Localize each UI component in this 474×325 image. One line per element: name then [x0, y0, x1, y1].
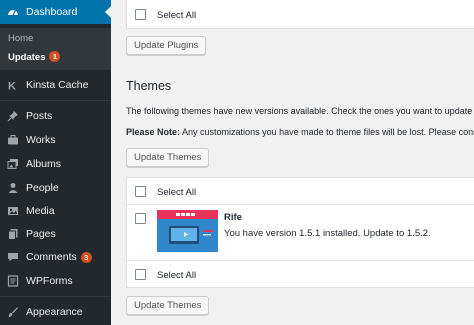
menu-people[interactable]: People	[0, 176, 111, 200]
menu-people-label: People	[26, 182, 59, 194]
submenu-updates-label: Updates	[8, 52, 46, 63]
menu-pages-label: Pages	[26, 228, 56, 240]
theme-name: Rife	[224, 212, 242, 223]
menu-comments[interactable]: Comments 3	[0, 245, 111, 269]
menu-dashboard[interactable]: Dashboard	[0, 0, 111, 24]
main-content: Select All Update Plugins Themes The fol…	[111, 0, 474, 325]
briefcase-icon	[7, 134, 19, 146]
menu-appearance-label: Appearance	[26, 306, 83, 318]
pushpin-icon	[7, 110, 19, 122]
menu-media-label: Media	[26, 205, 55, 217]
theme-checkbox[interactable]	[135, 213, 146, 224]
menu-media[interactable]: Media	[0, 199, 111, 223]
svg-text:K: K	[8, 81, 16, 92]
menu-pages[interactable]: Pages	[0, 222, 111, 246]
dashboard-submenu: Home Updates 1	[0, 28, 111, 70]
updates-count-badge: 1	[49, 51, 61, 62]
menu-albums-label: Albums	[26, 158, 62, 170]
themes-note-text: Any customizations you have made to them…	[180, 127, 474, 137]
menu-wpforms[interactable]: WPForms	[0, 269, 111, 293]
theme-row: Rife You have version 1.5.1 installed. U…	[127, 205, 474, 260]
update-themes-button-bottom[interactable]: Update Themes	[126, 296, 210, 315]
menu-wpforms-label: WPForms	[26, 275, 73, 287]
menu-posts[interactable]: Posts	[0, 104, 111, 128]
plugins-select-all-label: Select All	[157, 10, 197, 21]
update-themes-button-top[interactable]: Update Themes	[126, 148, 210, 167]
theme-screenshot	[157, 210, 218, 252]
comment-icon	[7, 251, 19, 263]
menu-kinsta-cache[interactable]: K Kinsta Cache	[0, 73, 111, 97]
themes-note-label: Please Note:	[126, 127, 181, 137]
plugins-select-all-row: Select All	[127, 0, 474, 28]
themes-intro-text: The following themes have new versions a…	[126, 106, 473, 116]
submenu-home[interactable]: Home	[8, 33, 33, 44]
themes-select-all-checkbox-top[interactable]	[135, 186, 146, 197]
menu-comments-label: Comments	[26, 251, 77, 263]
themes-select-all-label-top: Select All	[157, 187, 197, 198]
media-icon	[7, 205, 19, 217]
images-icon	[7, 158, 19, 170]
person-icon	[7, 182, 19, 194]
themes-note: Please Note: Any customizations you have…	[126, 127, 474, 137]
menu-works[interactable]: Works	[0, 128, 111, 152]
paintbrush-icon	[7, 306, 19, 318]
themes-table: Select All Rife You have version 1.5.1 i…	[126, 177, 474, 288]
menu-kinsta-label: Kinsta Cache	[26, 79, 89, 91]
plugins-select-all-checkbox[interactable]	[135, 9, 146, 20]
pages-icon	[7, 228, 19, 240]
comments-count-badge: 3	[80, 251, 92, 263]
themes-select-all-row-bottom: Select All	[127, 261, 474, 287]
themes-select-all-checkbox-bottom[interactable]	[135, 269, 146, 280]
theme-version-info: You have version 1.5.1 installed. Update…	[224, 228, 431, 239]
menu-works-label: Works	[26, 134, 56, 146]
kinsta-icon: K	[7, 79, 19, 92]
update-plugins-button[interactable]: Update Plugins	[126, 36, 207, 55]
themes-select-all-label-bottom: Select All	[157, 270, 197, 281]
menu-dashboard-label: Dashboard	[26, 6, 78, 18]
menu-separator	[0, 100, 111, 101]
plugins-table: Select All	[126, 0, 474, 29]
menu-separator-2	[0, 296, 111, 297]
submenu-updates[interactable]: Updates 1	[8, 51, 61, 63]
menu-albums[interactable]: Albums	[0, 152, 111, 176]
menu-posts-label: Posts	[26, 110, 53, 122]
themes-select-all-row-top: Select All	[127, 178, 474, 204]
dashboard-icon	[7, 6, 19, 18]
menu-appearance[interactable]: Appearance	[0, 300, 111, 324]
themes-heading: Themes	[126, 79, 172, 93]
admin-sidebar: Dashboard Home Updates 1 K Kinsta Cache P…	[0, 0, 111, 325]
form-icon	[7, 275, 19, 287]
